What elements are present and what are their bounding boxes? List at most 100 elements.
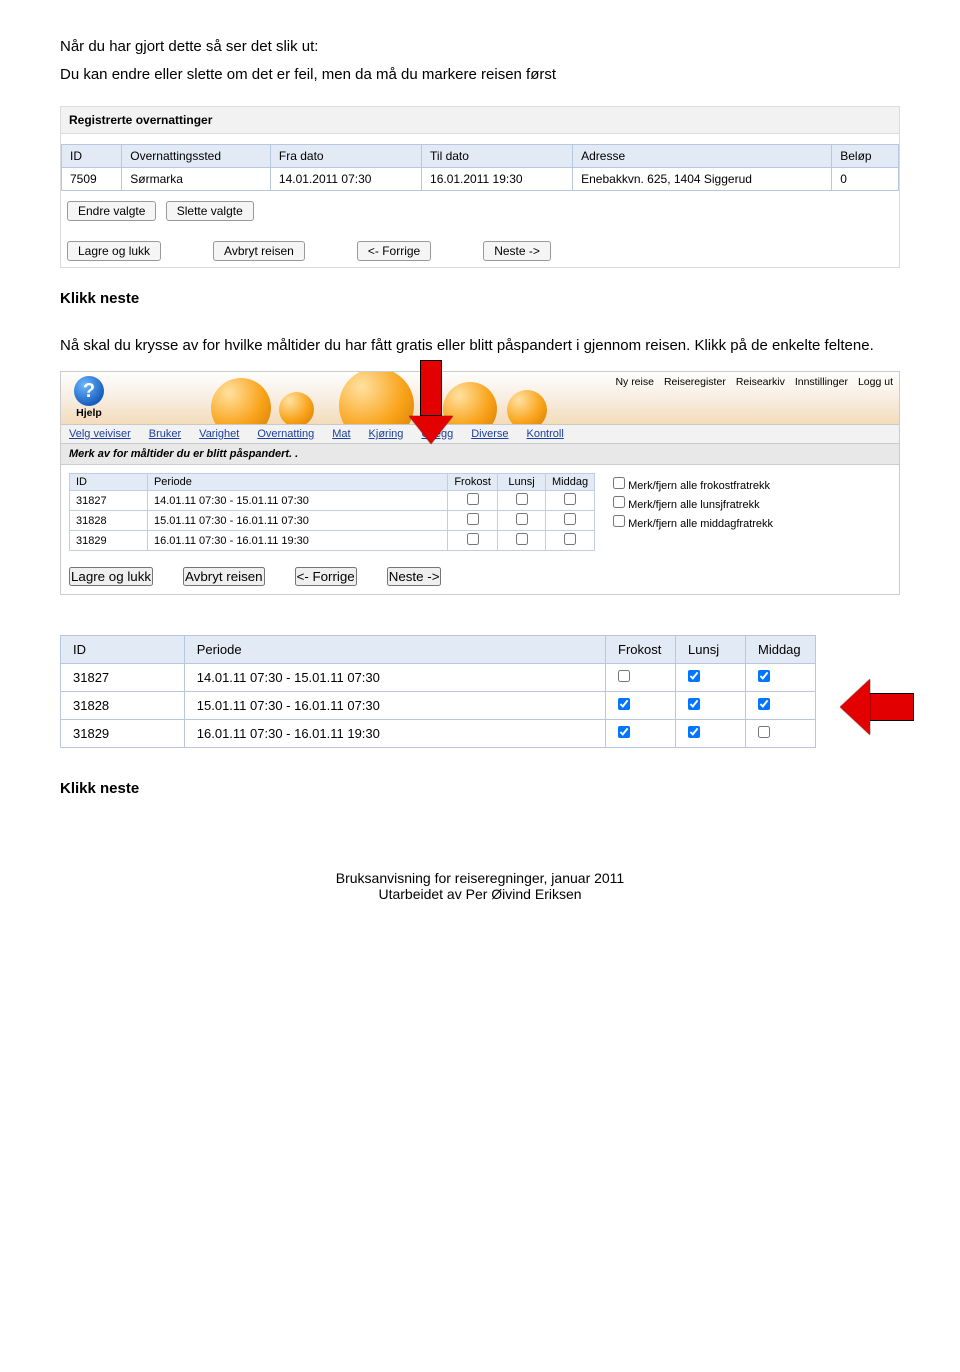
nav-trip-archive[interactable]: Reisearkiv — [736, 376, 785, 388]
app-top-nav: Ny reise Reiseregister Reisearkiv Innsti… — [615, 376, 893, 388]
col-belop: Beløp — [832, 144, 899, 167]
arrow-left-icon — [840, 679, 914, 735]
col-lunsj: Lunsj — [676, 636, 746, 664]
help-label: Hjelp — [67, 407, 111, 419]
col-frokost: Frokost — [606, 636, 676, 664]
bulk-frokost-label: Merk/fjern alle frokostfratrekk — [628, 480, 770, 492]
meals-app-screenshot: ? Hjelp Ny reise Reiseregister Reisearki… — [60, 371, 900, 595]
cell-periode: 16.01.11 07:30 - 16.01.11 19:30 — [147, 531, 447, 551]
meals-instructions: Nå skal du krysse av for hvilke måltider… — [60, 335, 900, 357]
bulk-middag-checkbox[interactable] — [613, 515, 625, 527]
nav-logout[interactable]: Logg ut — [858, 376, 893, 388]
app-banner: ? Hjelp Ny reise Reiseregister Reisearki… — [61, 372, 899, 424]
overnight-table: ID Overnattingssted Fra dato Til dato Ad… — [61, 144, 899, 191]
cell-periode: 14.01.11 07:30 - 15.01.11 07:30 — [184, 664, 605, 692]
col-lunsj: Lunsj — [498, 474, 546, 491]
frokost-checkbox[interactable] — [618, 670, 630, 682]
cell-belop: 0 — [832, 167, 899, 190]
bulk-lunsj[interactable]: Merk/fjern alle lunsjfratrekk — [613, 496, 891, 511]
overnight-panel-title: Registrerte overnattinger — [61, 107, 899, 134]
lunsj-checkbox[interactable] — [688, 726, 700, 738]
col-til: Til dato — [422, 144, 573, 167]
lunsj-checkbox[interactable] — [688, 670, 700, 682]
nav-trip-register[interactable]: Reiseregister — [664, 376, 726, 388]
arrow-down-icon — [409, 360, 453, 444]
frokost-checkbox[interactable] — [467, 533, 479, 545]
overnight-row[interactable]: 7509 Sørmarka 14.01.2011 07:30 16.01.201… — [62, 167, 899, 190]
col-sted: Overnattingssted — [122, 144, 271, 167]
bulk-middag[interactable]: Merk/fjern alle middagfratrekk — [613, 515, 891, 530]
nav-new-trip[interactable]: Ny reise — [615, 376, 654, 388]
big-meals-wrap: ID Periode Frokost Lunsj Middag 31827 14… — [60, 635, 900, 748]
overnight-nav-row: Lagre og lukk Avbryt reisen <- Forrige N… — [61, 241, 899, 261]
next-button[interactable]: Neste -> — [483, 241, 551, 261]
big-meals-row: 31828 15.01.11 07:30 - 16.01.11 07:30 — [61, 692, 816, 720]
frokost-checkbox[interactable] — [618, 726, 630, 738]
overnight-header-row: ID Overnattingssted Fra dato Til dato Ad… — [62, 144, 899, 167]
middag-checkbox[interactable] — [564, 513, 576, 525]
help-icon: ? — [74, 376, 104, 406]
klikk-neste-1: Klikk neste — [60, 288, 900, 310]
help-link[interactable]: ? Hjelp — [67, 376, 111, 419]
cell-periode: 16.01.11 07:30 - 16.01.11 19:30 — [184, 720, 605, 748]
page-footer: Bruksanvisning for reiseregninger, janua… — [60, 870, 900, 902]
wizard-overnight[interactable]: Overnatting — [257, 428, 314, 440]
nav-settings[interactable]: Innstillinger — [795, 376, 848, 388]
bulk-frokost-checkbox[interactable] — [613, 477, 625, 489]
bulk-lunsj-checkbox[interactable] — [613, 496, 625, 508]
cell-periode: 14.01.11 07:30 - 15.01.11 07:30 — [147, 491, 447, 511]
next-button[interactable]: Neste -> — [387, 567, 442, 586]
prev-button[interactable]: <- Forrige — [295, 567, 357, 586]
meals-row: 31827 14.01.11 07:30 - 15.01.11 07:30 — [70, 491, 595, 511]
save-close-button[interactable]: Lagre og lukk — [69, 567, 153, 586]
cell-periode: 15.01.11 07:30 - 16.01.11 07:30 — [147, 511, 447, 531]
footer-line-2: Utarbeidet av Per Øivind Eriksen — [60, 886, 900, 902]
cell-periode: 15.01.11 07:30 - 16.01.11 07:30 — [184, 692, 605, 720]
meals-row: 31828 15.01.11 07:30 - 16.01.11 07:30 — [70, 511, 595, 531]
wizard-meals[interactable]: Mat — [332, 428, 350, 440]
cell-til: 16.01.2011 19:30 — [422, 167, 573, 190]
meals-table-small: ID Periode Frokost Lunsj Middag 31827 14… — [69, 473, 595, 551]
overnight-action-row: Endre valgte Slette valgte — [67, 201, 893, 221]
middag-checkbox[interactable] — [758, 726, 770, 738]
wizard-driving[interactable]: Kjøring — [369, 428, 404, 440]
wizard-duration[interactable]: Varighet — [199, 428, 239, 440]
lunsj-checkbox[interactable] — [688, 698, 700, 710]
frokost-checkbox[interactable] — [618, 698, 630, 710]
delete-selected-button[interactable]: Slette valgte — [166, 201, 254, 221]
abort-trip-button[interactable]: Avbryt reisen — [183, 567, 265, 586]
cell-id: 7509 — [62, 167, 122, 190]
big-meals-row: 31829 16.01.11 07:30 - 16.01.11 19:30 — [61, 720, 816, 748]
middag-checkbox[interactable] — [564, 493, 576, 505]
middag-checkbox[interactable] — [758, 670, 770, 682]
middag-checkbox[interactable] — [564, 533, 576, 545]
wizard-select[interactable]: Velg veiviser — [69, 428, 131, 440]
frokost-checkbox[interactable] — [467, 513, 479, 525]
wizard-control[interactable]: Kontroll — [526, 428, 563, 440]
col-id: ID — [70, 474, 148, 491]
col-periode: Periode — [147, 474, 447, 491]
wizard-user[interactable]: Bruker — [149, 428, 181, 440]
col-periode: Periode — [184, 636, 605, 664]
edit-selected-button[interactable]: Endre valgte — [67, 201, 156, 221]
middag-checkbox[interactable] — [758, 698, 770, 710]
big-meals-row: 31827 14.01.11 07:30 - 15.01.11 07:30 — [61, 664, 816, 692]
col-id: ID — [62, 144, 122, 167]
cell-id: 31829 — [70, 531, 148, 551]
cell-id: 31828 — [70, 511, 148, 531]
lunsj-checkbox[interactable] — [516, 493, 528, 505]
bulk-options: Merk/fjern alle frokostfratrekk Merk/fje… — [613, 473, 891, 551]
lunsj-checkbox[interactable] — [516, 533, 528, 545]
save-close-button[interactable]: Lagre og lukk — [67, 241, 161, 261]
klikk-neste-2: Klikk neste — [60, 778, 900, 800]
footer-line-1: Bruksanvisning for reiseregninger, janua… — [60, 870, 900, 886]
overnight-panel: Registrerte overnattinger ID Overnatting… — [60, 106, 900, 268]
prev-button[interactable]: <- Forrige — [357, 241, 431, 261]
bulk-frokost[interactable]: Merk/fjern alle frokostfratrekk — [613, 477, 891, 492]
frokost-checkbox[interactable] — [467, 493, 479, 505]
cell-id: 31828 — [61, 692, 185, 720]
abort-trip-button[interactable]: Avbryt reisen — [213, 241, 305, 261]
col-middag: Middag — [546, 474, 595, 491]
lunsj-checkbox[interactable] — [516, 513, 528, 525]
wizard-misc[interactable]: Diverse — [471, 428, 508, 440]
